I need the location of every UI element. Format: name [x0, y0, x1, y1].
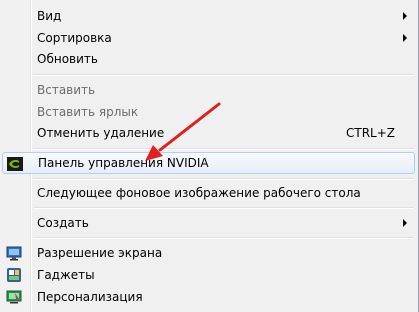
- menu-item-paste-shortcut[interactable]: Вставить ярлык: [2, 101, 415, 123]
- menu-item-personalize[interactable]: Персонализация: [2, 286, 415, 308]
- menu-item-view[interactable]: Вид: [2, 5, 415, 27]
- menu-item-next-background[interactable]: Следующее фоновое изображение рабочего с…: [2, 182, 415, 204]
- menu-item-label: Обновить: [37, 52, 98, 66]
- submenu-arrow-icon: [403, 219, 407, 227]
- menu-item-label: Сортировка: [37, 31, 112, 45]
- menu-item-label: Вставить ярлык: [37, 105, 139, 119]
- gadgets-icon: [6, 267, 22, 283]
- submenu-arrow-icon: [403, 12, 407, 20]
- menu-separator: [33, 237, 414, 239]
- menu-item-label: Отменить удаление: [37, 126, 165, 140]
- menu-item-refresh[interactable]: Обновить: [2, 48, 415, 70]
- menu-separator: [33, 207, 414, 209]
- menu-item-sort[interactable]: Сортировка: [2, 27, 415, 49]
- personalize-icon: [6, 289, 22, 305]
- menu-item-paste[interactable]: Вставить: [2, 79, 415, 101]
- display-icon: [6, 245, 22, 261]
- menu-separator: [33, 178, 414, 180]
- menu-item-undo-delete[interactable]: Отменить удаление CTRL+Z: [2, 122, 415, 144]
- menu-separator: [33, 148, 414, 150]
- menu-item-screen-resolution[interactable]: Разрешение экрана: [2, 242, 415, 264]
- menu-item-label: Разрешение экрана: [37, 246, 163, 260]
- menu-item-nvidia-control-panel[interactable]: Панель управления NVIDIA: [2, 152, 415, 174]
- menu-item-label: Вставить: [37, 83, 96, 97]
- menu-item-shortcut: CTRL+Z: [345, 126, 395, 140]
- menu-item-new[interactable]: Создать: [2, 212, 415, 234]
- menu-separator: [33, 74, 414, 76]
- menu-item-label: Панель управления NVIDIA: [38, 156, 209, 170]
- menu-item-label: Гаджеты: [37, 268, 95, 282]
- menu-item-label: Создать: [37, 216, 89, 230]
- menu-item-gadgets[interactable]: Гаджеты: [2, 264, 415, 286]
- menu-item-label: Следующее фоновое изображение рабочего с…: [37, 186, 361, 200]
- desktop-context-menu: Вид Сортировка Обновить Вставить Вставит…: [0, 0, 419, 312]
- menu-item-label: Персонализация: [37, 290, 143, 304]
- nvidia-icon: [7, 156, 23, 172]
- submenu-arrow-icon: [403, 34, 407, 42]
- menu-item-label: Вид: [37, 9, 62, 23]
